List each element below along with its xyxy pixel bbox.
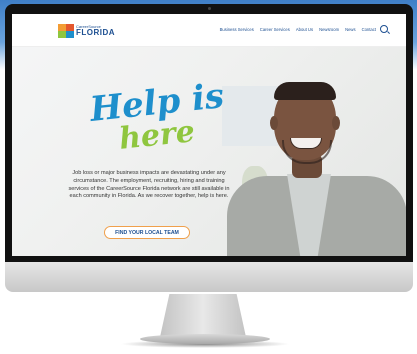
camera-dot bbox=[208, 7, 211, 10]
main-nav: Business Services Career Services About … bbox=[220, 27, 376, 32]
search-icon[interactable] bbox=[380, 25, 388, 33]
logo-icon bbox=[58, 24, 74, 38]
monitor-bezel: CareerSource FLORIDA Business Services C… bbox=[5, 4, 413, 262]
hero-photo bbox=[202, 46, 406, 256]
monitor-stand bbox=[159, 294, 247, 338]
screen: CareerSource FLORIDA Business Services C… bbox=[12, 14, 406, 256]
hero-headline-here: here bbox=[117, 114, 197, 157]
nav-news[interactable]: News bbox=[345, 27, 355, 32]
nav-about-us[interactable]: About Us bbox=[296, 27, 313, 32]
site-header: CareerSource FLORIDA Business Services C… bbox=[12, 14, 406, 47]
nav-contact[interactable]: Contact bbox=[362, 27, 376, 32]
nav-career-services[interactable]: Career Services bbox=[260, 27, 290, 32]
find-local-team-button[interactable]: FIND YOUR LOCAL TEAM bbox=[104, 226, 190, 239]
hero-body-text: Job loss or major business impacts are d… bbox=[68, 170, 230, 200]
logo-big-text: FLORIDA bbox=[76, 28, 116, 37]
monitor-base bbox=[140, 334, 270, 344]
monitor: CareerSource FLORIDA Business Services C… bbox=[5, 4, 413, 294]
nav-newsroom[interactable]: Newsroom bbox=[319, 27, 339, 32]
monitor-chin bbox=[5, 262, 413, 292]
nav-business-services[interactable]: Business Services bbox=[220, 27, 254, 32]
logo[interactable]: CareerSource FLORIDA bbox=[58, 23, 115, 39]
